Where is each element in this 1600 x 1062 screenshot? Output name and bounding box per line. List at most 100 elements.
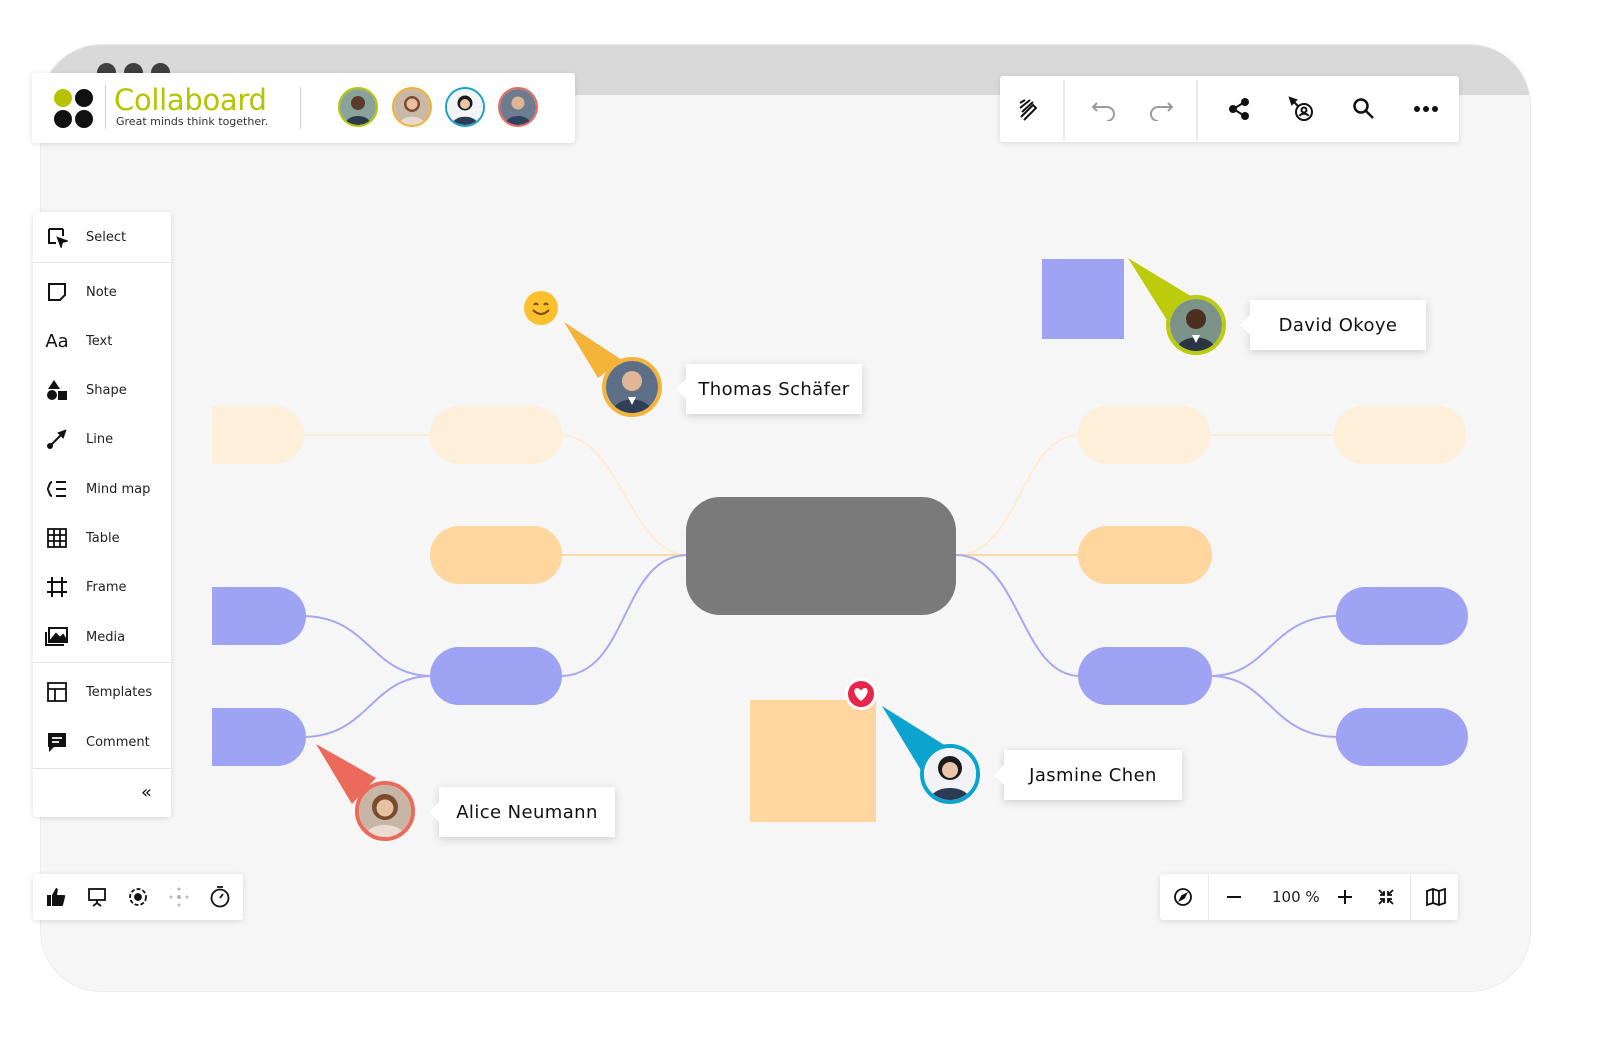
search-icon[interactable]: [1348, 93, 1380, 125]
sidebar-item-shape[interactable]: Shape: [33, 370, 171, 410]
follow-user-icon[interactable]: [1285, 93, 1317, 125]
mind-map-node[interactable]: [430, 647, 562, 705]
sidebar-item-label: Line: [86, 431, 114, 447]
sidebar-item-label: Media: [86, 629, 126, 645]
user-avatar[interactable]: [920, 744, 980, 804]
mind-map-node[interactable]: [430, 526, 562, 584]
more-icon[interactable]: [1410, 93, 1442, 125]
toolbar-divider: [1196, 80, 1198, 140]
collapse-sidebar-button[interactable]: «: [141, 782, 152, 803]
sticky-note[interactable]: [750, 700, 876, 822]
user-avatar[interactable]: [602, 357, 662, 417]
media-icon: [45, 625, 69, 649]
sidebar-item-comment[interactable]: Comment: [33, 722, 171, 762]
collaboard-logo-icon: [54, 89, 94, 129]
toolbar-divider: [1063, 80, 1065, 140]
shape-icon: [45, 378, 69, 402]
sidebar-item-label: Note: [86, 284, 117, 300]
sidebar-item-templates[interactable]: Templates: [33, 672, 171, 712]
toolbar-divider: [1410, 874, 1411, 920]
brand-panel: Collaboard Great minds think together.: [32, 73, 575, 143]
sidebar-item-media[interactable]: Media: [33, 617, 171, 657]
mind-map-node[interactable]: [1078, 406, 1210, 464]
collaborator-avatar[interactable]: [445, 87, 485, 127]
mind-map-node[interactable]: [212, 587, 306, 645]
toolbar-divider: [1208, 874, 1209, 920]
comment-icon: [45, 730, 69, 754]
line-icon: [45, 427, 69, 451]
focus-icon[interactable]: [126, 885, 150, 909]
sidebar-item-note[interactable]: Note: [33, 272, 171, 312]
tool-sidebar: Select Note Aa Text Shape Line Mind map …: [33, 212, 171, 817]
heart-icon: [845, 678, 877, 710]
connector: [955, 554, 1081, 677]
mind-map-node[interactable]: [212, 406, 304, 464]
mind-map-node[interactable]: [1336, 587, 1468, 645]
user-name-tag: Alice Neumann: [429, 787, 615, 837]
collaborators-divider: [300, 87, 301, 129]
frame-icon: [45, 575, 69, 599]
compass-icon[interactable]: [1171, 885, 1195, 909]
sidebar-item-label: Select: [86, 229, 127, 245]
mind-map-icon: [45, 477, 69, 501]
sidebar-item-table[interactable]: Table: [33, 518, 171, 558]
pen-eraser-icon[interactable]: [1013, 93, 1045, 125]
sidebar-item-line[interactable]: Line: [33, 419, 171, 459]
map-icon[interactable]: [1424, 885, 1448, 909]
mind-map-node[interactable]: [1336, 708, 1468, 766]
table-icon: [45, 526, 69, 550]
thumbs-up-icon[interactable]: [44, 885, 68, 909]
connector: [559, 554, 689, 677]
sidebar-divider: [33, 768, 171, 769]
redo-icon[interactable]: [1145, 93, 1177, 125]
brand-tagline: Great minds think together.: [116, 115, 269, 128]
sidebar-item-label: Comment: [86, 734, 150, 750]
undo-icon[interactable]: [1088, 93, 1120, 125]
timer-icon[interactable]: [208, 885, 232, 909]
smile-emoji-icon: [524, 291, 558, 325]
sidebar-item-label: Templates: [86, 684, 153, 700]
share-icon[interactable]: [1223, 93, 1255, 125]
connector: [301, 675, 433, 738]
zoom-level[interactable]: 100 %: [1272, 888, 1320, 906]
sidebar-item-label: Table: [86, 530, 120, 546]
sidebar-item-frame[interactable]: Frame: [33, 567, 171, 607]
user-name-tag: Thomas Schäfer: [676, 364, 862, 414]
mind-map-center-node[interactable]: [686, 497, 956, 615]
presentation-icon[interactable]: [85, 885, 109, 909]
top-toolbar: [1000, 76, 1459, 142]
user-avatar[interactable]: [1166, 295, 1226, 355]
connector: [955, 434, 1081, 556]
connector: [1209, 675, 1339, 738]
fit-icon[interactable]: [1374, 885, 1398, 909]
sticky-note[interactable]: [1042, 259, 1124, 339]
sidebar-item-text[interactable]: Aa Text: [33, 321, 171, 361]
connector: [559, 434, 689, 556]
collaborator-avatar[interactable]: [338, 87, 378, 127]
user-name-tag: David Okoye: [1240, 300, 1426, 350]
mind-map-node[interactable]: [212, 708, 306, 766]
sidebar-item-label: Frame: [86, 579, 127, 595]
connector: [1209, 615, 1339, 677]
templates-icon: [45, 680, 69, 704]
mind-map-node[interactable]: [1078, 647, 1212, 705]
sidebar-item-label: Shape: [86, 382, 127, 398]
mind-map-node[interactable]: [430, 406, 562, 464]
connector: [301, 615, 433, 677]
text-icon: Aa: [45, 330, 69, 352]
spread-icon[interactable]: [167, 885, 191, 909]
sidebar-divider: [33, 662, 171, 663]
mind-map-node[interactable]: [1334, 406, 1466, 464]
user-avatar[interactable]: [355, 781, 415, 841]
collaborator-avatar[interactable]: [498, 87, 538, 127]
sidebar-item-select[interactable]: Select: [33, 217, 171, 257]
bottom-left-toolbar: [33, 874, 243, 920]
user-name-tag: Jasmine Chen: [994, 750, 1182, 800]
zoom-in-icon[interactable]: [1333, 885, 1357, 909]
brand-divider: [105, 85, 106, 129]
mind-map-node[interactable]: [1078, 526, 1212, 584]
sidebar-item-mind-map[interactable]: Mind map: [33, 469, 171, 509]
zoom-out-icon[interactable]: [1222, 885, 1246, 909]
collaborator-avatar[interactable]: [392, 87, 432, 127]
note-icon: [45, 280, 69, 304]
